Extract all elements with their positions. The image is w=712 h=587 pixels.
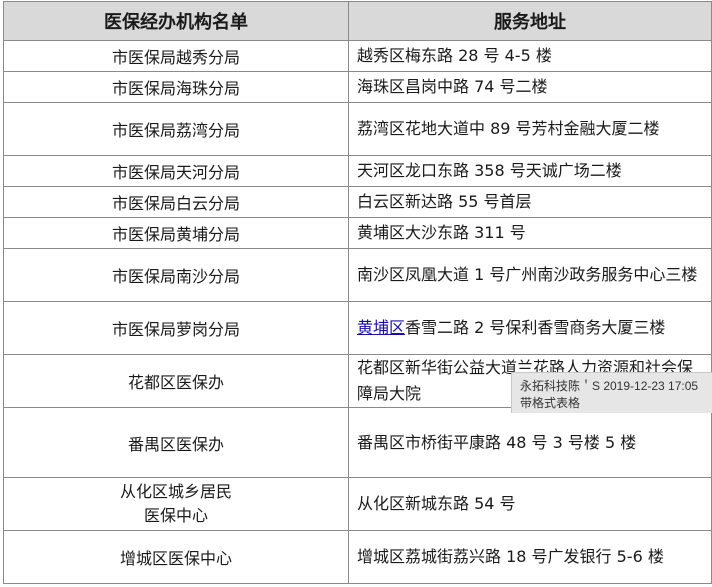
address-text: 香雪二路 2 号保利香雪商务大厦三楼	[405, 318, 666, 337]
address-cell: 海珠区昌岗中路 74 号二楼	[348, 71, 712, 103]
address-cell: 从化区新城东路 54 号	[348, 477, 712, 531]
agency-name-cell: 番禺区医保办	[3, 407, 349, 478]
agency-name-cell: 增城区医保中心	[3, 530, 349, 584]
header-service-address: 服务地址	[348, 1, 712, 41]
table-header-row: 医保经办机构名单 服务地址	[3, 1, 712, 41]
table-row: 市医保局南沙分局 南沙区凤凰大道 1 号广州南沙政务服务中心三楼	[3, 248, 712, 302]
agency-name-cell: 花都区医保办	[3, 354, 349, 408]
agency-name-cell: 从化区城乡居民 医保中心	[3, 477, 349, 531]
address-cell: 白云区新达路 55 号首层	[348, 186, 712, 218]
address-cell: 黄埔区香雪二路 2 号保利香雪商务大厦三楼	[348, 301, 712, 355]
table-row: 市医保局越秀分局 越秀区梅东路 28 号 4-5 楼	[3, 40, 712, 72]
agency-name-cell: 市医保局萝岗分局	[3, 301, 349, 355]
comment-author-time: 永拓科技陈＇S 2019-12-23 17:05	[520, 379, 699, 393]
agency-name-cell: 市医保局荔湾分局	[3, 102, 349, 156]
table-row: 市医保局萝岗分局 黄埔区香雪二路 2 号保利香雪商务大厦三楼	[3, 301, 712, 355]
table-row: 增城区医保中心 增城区荔城街荔兴路 18 号广发银行 5-6 楼	[3, 530, 712, 584]
address-cell: 番禺区市桥街平康路 48 号 3 号楼 5 楼	[348, 407, 712, 478]
header-agency-name: 医保经办机构名单	[3, 1, 349, 41]
agency-name-cell: 市医保局天河分局	[3, 155, 349, 187]
table-row: 市医保局白云分局 白云区新达路 55 号首层	[3, 186, 712, 218]
address-cell: 荔湾区花地大道中 89 号芳村金融大厦二楼	[348, 102, 712, 156]
table-row: 番禺区医保办 番禺区市桥街平康路 48 号 3 号楼 5 楼	[3, 407, 712, 478]
address-link[interactable]: 黄埔区	[357, 318, 405, 337]
address-cell: 增城区荔城街荔兴路 18 号广发银行 5-6 楼	[348, 530, 712, 584]
table-row: 市医保局天河分局 天河区龙口东路 358 号天诚广场二楼	[3, 155, 712, 187]
address-cell: 天河区龙口东路 358 号天诚广场二楼	[348, 155, 712, 187]
table-row: 市医保局黄埔分局 黄埔区大沙东路 311 号	[3, 217, 712, 249]
agency-name-cell: 市医保局白云分局	[3, 186, 349, 218]
address-cell: 越秀区梅东路 28 号 4-5 楼	[348, 40, 712, 72]
agency-name-cell: 市医保局南沙分局	[3, 248, 349, 302]
address-cell: 黄埔区大沙东路 311 号	[348, 217, 712, 249]
comment-balloon[interactable]: 永拓科技陈＇S 2019-12-23 17:05 带格式表格	[511, 372, 712, 413]
table-row: 市医保局海珠分局 海珠区昌岗中路 74 号二楼	[3, 71, 712, 103]
address-cell: 南沙区凤凰大道 1 号广州南沙政务服务中心三楼	[348, 248, 712, 302]
agency-name-cell: 市医保局越秀分局	[3, 40, 349, 72]
agency-name-cell: 市医保局海珠分局	[3, 71, 349, 103]
agency-table: 医保经办机构名单 服务地址 市医保局越秀分局 越秀区梅东路 28 号 4-5 楼…	[3, 1, 712, 584]
table-row: 市医保局荔湾分局 荔湾区花地大道中 89 号芳村金融大厦二楼	[3, 102, 712, 156]
table-row: 从化区城乡居民 医保中心 从化区新城东路 54 号	[3, 477, 712, 531]
agency-name-cell: 市医保局黄埔分局	[3, 217, 349, 249]
agency-name-line: 医保中心	[143, 506, 208, 525]
comment-note: 带格式表格	[520, 396, 581, 410]
agency-name-line: 从化区城乡居民	[119, 482, 232, 501]
